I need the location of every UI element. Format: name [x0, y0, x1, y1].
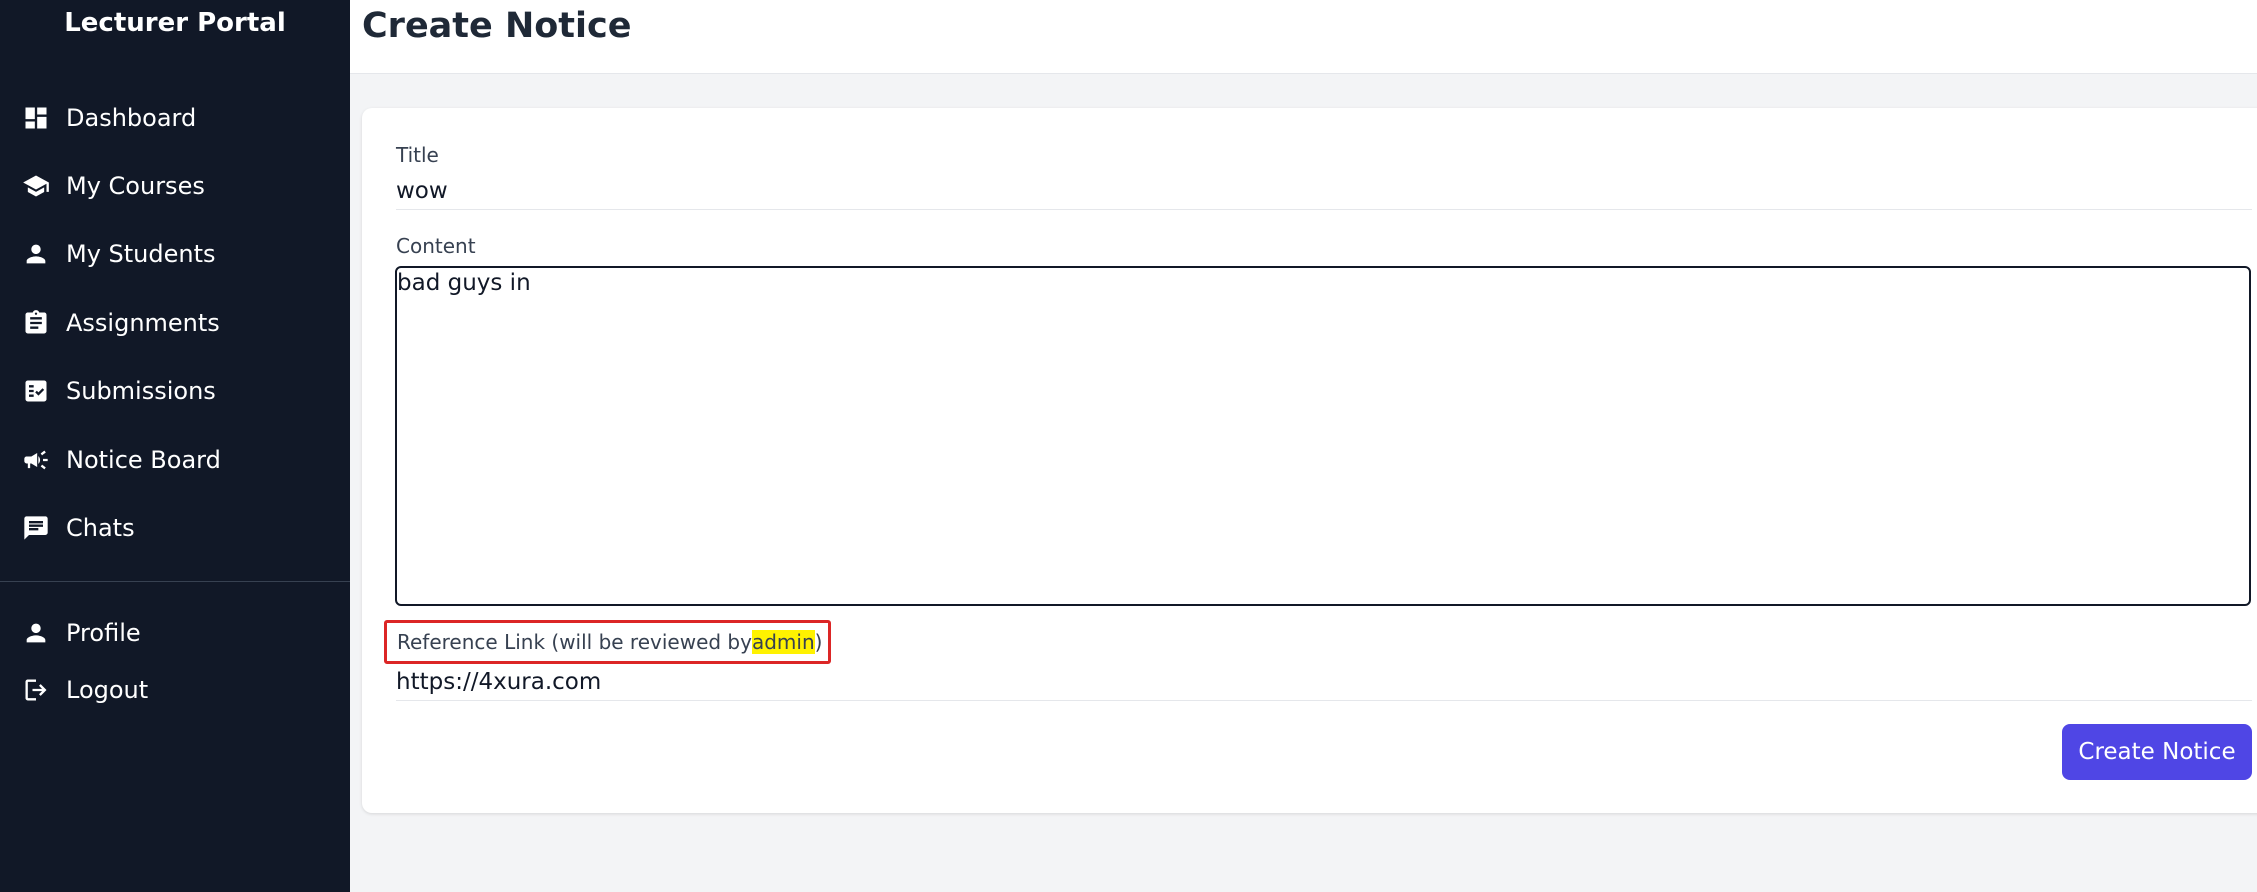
sidebar-item-dashboard[interactable]: Dashboard — [22, 98, 196, 138]
sidebar-item-my-courses[interactable]: My Courses — [22, 166, 205, 206]
sidebar: Lecturer Portal Dashboard My Courses My … — [0, 0, 350, 892]
sidebar-item-my-students[interactable]: My Students — [22, 234, 216, 274]
graduation-cap-icon — [22, 172, 50, 200]
page-title: Create Notice — [362, 6, 632, 46]
sidebar-item-label: My Students — [66, 240, 216, 268]
logout-icon — [22, 676, 50, 704]
sidebar-divider — [0, 581, 350, 582]
brand-title: Lecturer Portal — [64, 8, 286, 38]
reference-link-label-annotation: Reference Link (will be reviewed by admi… — [384, 620, 832, 664]
reference-link-label: Reference Link (will be reviewed by — [397, 630, 752, 654]
sidebar-item-submissions[interactable]: Submissions — [22, 371, 216, 411]
sidebar-item-label: Notice Board — [66, 446, 221, 474]
page-header: Create Notice — [350, 0, 2257, 74]
sidebar-item-assignments[interactable]: Assignments — [22, 303, 220, 343]
sidebar-item-profile[interactable]: Profile — [22, 613, 141, 653]
reference-link-highlight: admin — [751, 630, 815, 654]
sidebar-item-label: Assignments — [66, 309, 220, 337]
reference-link-input[interactable] — [396, 664, 2252, 701]
sidebar-item-label: Chats — [66, 514, 135, 542]
content-label: Content — [396, 234, 476, 258]
create-notice-button[interactable]: Create Notice — [2062, 724, 2252, 780]
clipboard-icon — [22, 309, 50, 337]
person-icon — [22, 240, 50, 268]
person-icon — [22, 619, 50, 647]
sidebar-item-logout[interactable]: Logout — [22, 670, 148, 710]
sidebar-item-label: Submissions — [66, 377, 216, 405]
chat-icon — [22, 514, 50, 542]
megaphone-icon — [22, 446, 50, 474]
sidebar-item-notice-board[interactable]: Notice Board — [22, 440, 221, 480]
checklist-icon — [22, 377, 50, 405]
dashboard-icon — [22, 104, 50, 132]
create-notice-card: Title Content bad guys in Reference Link… — [362, 108, 2257, 813]
sidebar-item-label: Profile — [66, 619, 141, 647]
sidebar-item-label: My Courses — [66, 172, 205, 200]
content-textarea[interactable]: bad guys in — [395, 266, 2251, 606]
title-input[interactable] — [396, 173, 2252, 210]
app-root: Lecturer Portal Dashboard My Courses My … — [0, 0, 2257, 892]
sidebar-item-chats[interactable]: Chats — [22, 508, 135, 548]
sidebar-item-label: Logout — [66, 676, 149, 704]
sidebar-item-label: Dashboard — [66, 104, 197, 132]
reference-link-label-suffix: ) — [814, 630, 823, 654]
title-label: Title — [396, 143, 439, 167]
